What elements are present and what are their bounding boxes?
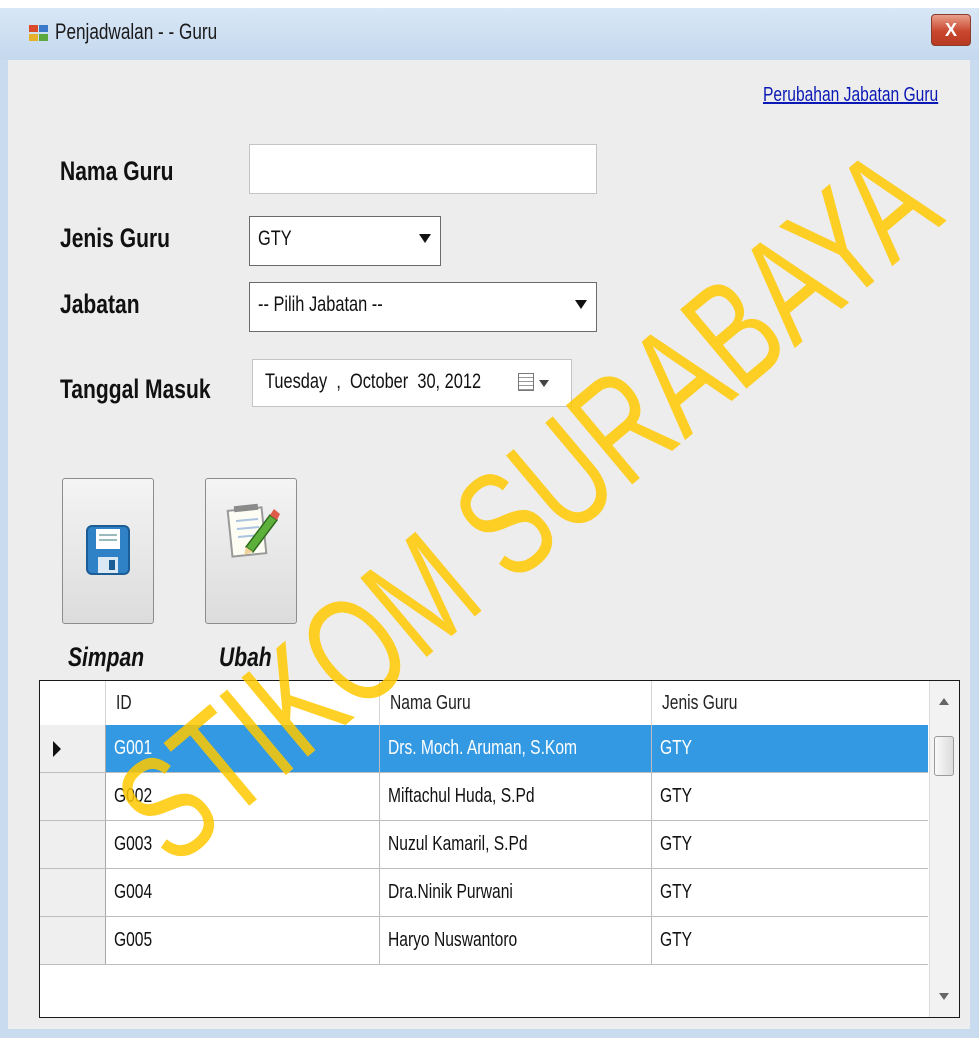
vertical-scrollbar[interactable] (929, 681, 959, 1017)
cell-text: Nuzul Kamaril, S.Pd (388, 833, 528, 855)
table-cell-nama[interactable]: Miftachul Huda, S.Pd (380, 773, 652, 820)
table-row[interactable]: G002 Miftachul Huda, S.Pd GTY (40, 773, 928, 821)
tanggal-masuk-value: Tuesday , October 30, 2012 (265, 370, 482, 393)
chevron-down-icon[interactable] (539, 380, 549, 387)
cell-text: G004 (114, 881, 153, 903)
row-header[interactable] (40, 821, 106, 868)
cell-text: G001 (114, 737, 153, 759)
table-cell-jenis[interactable]: GTY (652, 725, 928, 772)
jenis-guru-label: Jenis Guru (60, 223, 171, 253)
row-header[interactable] (40, 869, 106, 916)
row-header[interactable] (40, 725, 106, 772)
cell-text: Miftachul Huda, S.Pd (388, 785, 535, 807)
row-header[interactable] (40, 917, 106, 964)
simpan-label: Simpan (68, 642, 145, 672)
window-title: Penjadwalan - - Guru (55, 19, 218, 44)
grid-header-corner (40, 681, 106, 725)
column-header-label: Nama Guru (390, 692, 471, 714)
close-button[interactable]: X (931, 14, 971, 46)
edit-notepad-icon (226, 503, 280, 558)
simpan-button[interactable] (62, 478, 154, 624)
perubahan-jabatan-link[interactable]: Perubahan Jabatan Guru (763, 84, 938, 107)
column-header-nama-guru[interactable]: Nama Guru (380, 681, 652, 725)
floppy-disk-icon (86, 525, 130, 575)
ubah-button[interactable] (205, 478, 297, 624)
column-header-id[interactable]: ID (106, 681, 380, 725)
cell-text: Dra.Ninik Purwani (388, 881, 513, 903)
table-cell-nama[interactable]: Dra.Ninik Purwani (380, 869, 652, 916)
cell-text: G003 (114, 833, 153, 855)
table-row[interactable]: G005 Haryo Nuswantoro GTY (40, 917, 928, 965)
table-cell-jenis[interactable]: GTY (652, 917, 928, 964)
app-window: Penjadwalan - - Guru X Perubahan Jabatan… (0, 8, 979, 1038)
cell-text: GTY (660, 881, 693, 903)
nama-guru-label: Nama Guru (60, 156, 174, 186)
cell-text: G002 (114, 785, 153, 807)
table-cell-id[interactable]: G002 (106, 773, 380, 820)
app-icon (29, 25, 48, 41)
cell-text: G005 (114, 929, 153, 951)
cell-text: Drs. Moch. Aruman, S.Kom (388, 737, 577, 759)
row-header[interactable] (40, 773, 106, 820)
chevron-down-icon (575, 300, 587, 309)
cell-text: GTY (660, 929, 693, 951)
table-cell-id[interactable]: G003 (106, 821, 380, 868)
scroll-down-icon[interactable] (939, 993, 949, 1000)
jenis-guru-value: GTY (258, 227, 292, 250)
column-header-label: Jenis Guru (662, 692, 738, 714)
tanggal-masuk-label: Tanggal Masuk (60, 374, 211, 404)
table-row[interactable]: G001 Drs. Moch. Aruman, S.Kom GTY (40, 725, 928, 773)
cell-text: GTY (660, 833, 693, 855)
guru-data-grid[interactable]: ID Nama Guru Jenis Guru G001 Drs. Moch. A… (39, 680, 960, 1018)
scroll-up-icon[interactable] (939, 698, 949, 705)
table-cell-nama[interactable]: Haryo Nuswantoro (380, 917, 652, 964)
nama-guru-input[interactable] (249, 144, 597, 194)
calendar-icon[interactable] (518, 373, 534, 391)
column-header-label: ID (116, 692, 132, 714)
title-bar: Penjadwalan - - Guru X (0, 8, 979, 60)
grid-header: ID Nama Guru Jenis Guru (40, 681, 928, 725)
table-cell-jenis[interactable]: GTY (652, 821, 928, 868)
table-cell-jenis[interactable]: GTY (652, 773, 928, 820)
form-client-area: Perubahan Jabatan Guru Nama Guru Jenis G… (8, 60, 970, 1029)
jenis-guru-select[interactable]: GTY (249, 216, 441, 266)
table-cell-nama[interactable]: Nuzul Kamaril, S.Pd (380, 821, 652, 868)
table-row[interactable]: G003 Nuzul Kamaril, S.Pd GTY (40, 821, 928, 869)
column-header-jenis-guru[interactable]: Jenis Guru (652, 681, 928, 725)
row-pointer-icon (53, 741, 61, 757)
table-cell-nama[interactable]: Drs. Moch. Aruman, S.Kom (380, 725, 652, 772)
cell-text: GTY (660, 785, 693, 807)
table-cell-id[interactable]: G004 (106, 869, 380, 916)
cell-text: Haryo Nuswantoro (388, 929, 518, 951)
jabatan-select[interactable]: -- Pilih Jabatan -- (249, 282, 597, 332)
jabatan-value: -- Pilih Jabatan -- (258, 293, 383, 316)
table-row[interactable]: G004 Dra.Ninik Purwani GTY (40, 869, 928, 917)
tanggal-masuk-datepicker[interactable]: Tuesday , October 30, 2012 (252, 359, 572, 407)
chevron-down-icon (419, 234, 431, 243)
ubah-label: Ubah (219, 642, 272, 672)
table-cell-id[interactable]: G005 (106, 917, 380, 964)
table-cell-jenis[interactable]: GTY (652, 869, 928, 916)
table-cell-id[interactable]: G001 (106, 725, 380, 772)
cell-text: GTY (660, 737, 693, 759)
scroll-thumb[interactable] (934, 736, 954, 776)
jabatan-label: Jabatan (60, 289, 140, 319)
